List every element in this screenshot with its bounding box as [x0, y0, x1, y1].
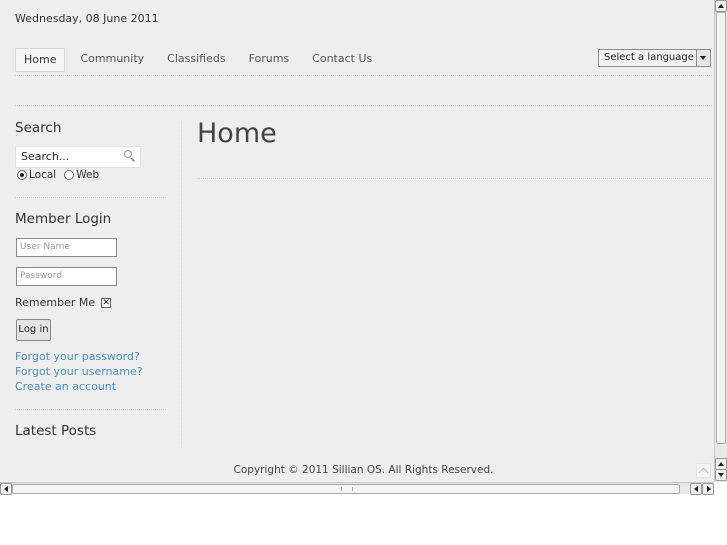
- password-field[interactable]: Password: [16, 267, 117, 286]
- chevron-down-icon[interactable]: [696, 50, 710, 66]
- search-heading: Search: [15, 120, 62, 136]
- radio-web-label: Web: [76, 169, 100, 181]
- current-date: Wednesday, 08 June 2011: [15, 12, 159, 25]
- header-divider: [15, 105, 712, 106]
- nav-item-home[interactable]: Home: [15, 48, 66, 72]
- scroll-left-button[interactable]: [0, 483, 12, 495]
- page-viewport: Wednesday, 08 June 2011 Home Community C…: [0, 0, 714, 482]
- scroll-up-button[interactable]: [715, 0, 727, 12]
- scroll-right-button[interactable]: [702, 483, 714, 495]
- main-nav: Home Community Classifieds Forums Contac…: [15, 48, 387, 72]
- footer-copyright: Copyright © 2011 Sillian OS. All Rights …: [233, 464, 494, 476]
- horizontal-scrollbar[interactable]: [0, 482, 714, 495]
- vertical-scrollbar[interactable]: [714, 0, 727, 482]
- radio-web[interactable]: [64, 170, 75, 180]
- nav-divider: [15, 75, 712, 76]
- username-field[interactable]: User Name: [16, 238, 117, 257]
- sidebar-divider: [15, 409, 166, 410]
- nav-item-contact-us[interactable]: Contact Us: [304, 48, 380, 72]
- login-button[interactable]: Log in: [16, 319, 51, 341]
- language-select[interactable]: Select a language: [598, 49, 711, 67]
- search-input-value: Search...: [21, 150, 70, 163]
- scroll-page-left-button[interactable]: [690, 483, 702, 495]
- radio-local[interactable]: [17, 170, 27, 180]
- nav-item-classifieds[interactable]: Classifieds: [159, 48, 233, 72]
- column-divider: [181, 121, 182, 448]
- vertical-scroll-thumb[interactable]: [716, 12, 726, 444]
- title-divider: [197, 178, 712, 179]
- nav-item-community[interactable]: Community: [72, 48, 152, 72]
- forgot-password-link[interactable]: Forgot your password?: [15, 350, 140, 363]
- scroll-down-button[interactable]: [715, 469, 727, 481]
- nav-item-forums[interactable]: Forums: [241, 48, 298, 72]
- horizontal-scroll-thumb[interactable]: [12, 484, 680, 494]
- forgot-username-link[interactable]: Forgot your username?: [15, 365, 143, 378]
- latest-posts-heading: Latest Posts: [15, 423, 97, 439]
- search-icon[interactable]: [124, 150, 136, 162]
- radio-local-label: Local: [29, 169, 57, 181]
- sidebar-divider: [15, 197, 166, 198]
- search-input[interactable]: Search...: [15, 146, 141, 168]
- page-title: Home: [197, 118, 277, 149]
- remember-me-checkbox[interactable]: ✕: [101, 297, 112, 308]
- login-heading: Member Login: [15, 211, 112, 227]
- create-account-link[interactable]: Create an account: [15, 380, 116, 393]
- remember-me-label: Remember Me: [15, 296, 96, 309]
- language-select-value: Select a language: [604, 52, 694, 63]
- remember-me: Remember Me ✕: [15, 296, 112, 309]
- search-scope: Local Web: [17, 169, 107, 181]
